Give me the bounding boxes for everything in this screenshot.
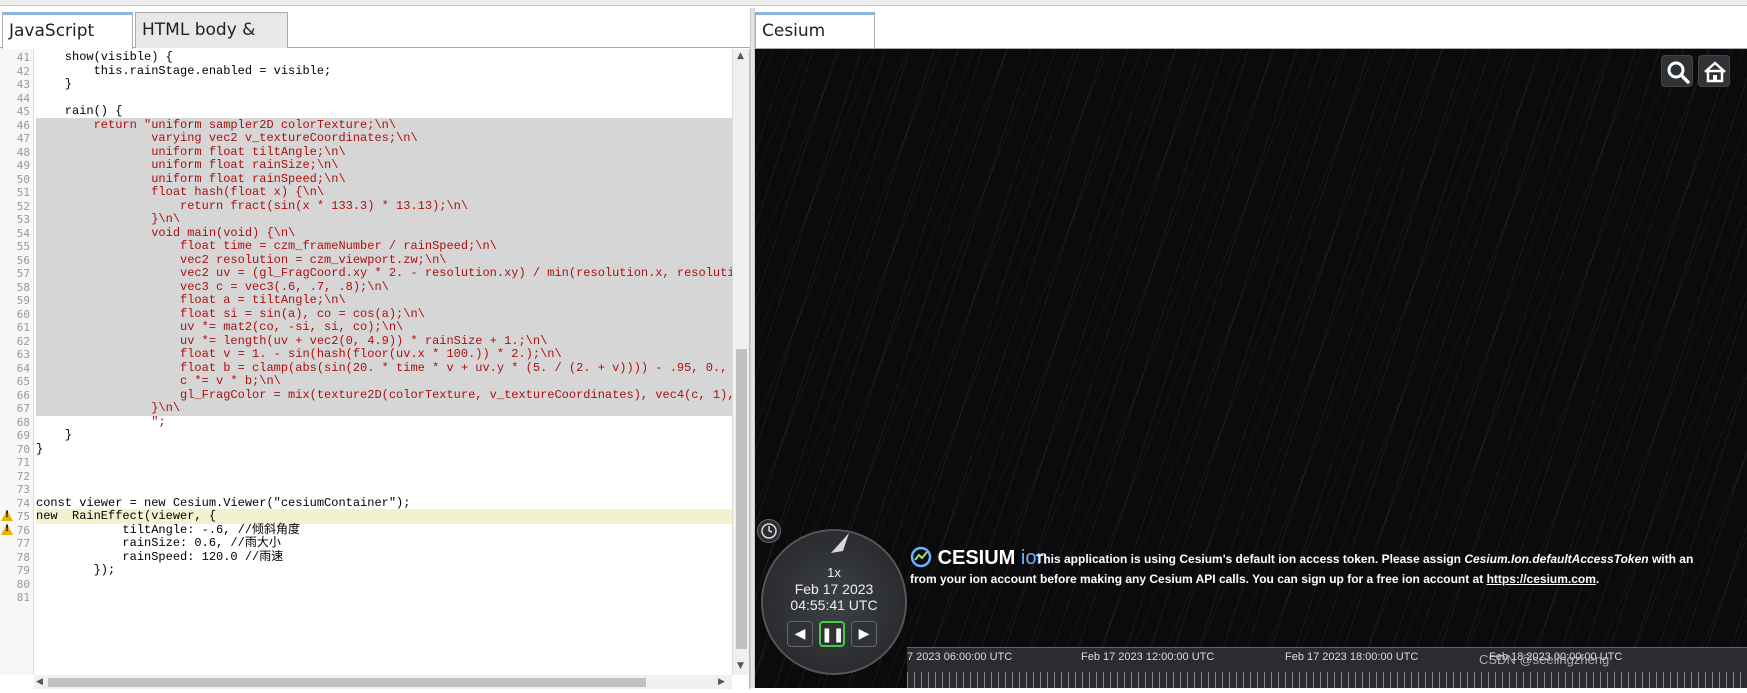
- warning-icon[interactable]: [1, 523, 13, 536]
- code-panel: JavaScript code HTML body & CSS 41424344…: [0, 8, 750, 689]
- pause-icon: ❚❚: [821, 627, 845, 643]
- timeline-label: Feb 17 2023 12:00:00 UTC: [1081, 651, 1215, 663]
- ion-token-warning-line2: from your ion account before making any …: [910, 572, 1599, 586]
- play-reverse-button[interactable]: ◀: [787, 621, 813, 647]
- code-area[interactable]: show(visible) { this.rainStage.enabled =…: [36, 49, 732, 675]
- animation-widget: 1x Feb 17 2023 04:55:41 UTC ◀ ❚❚ ▶: [757, 519, 909, 688]
- tab-javascript-code[interactable]: JavaScript code: [2, 12, 133, 73]
- warning-text: This application is using Cesium's defau…: [1036, 552, 1465, 566]
- scroll-up-icon[interactable]: ▲: [737, 51, 744, 61]
- tab-cesium-version[interactable]: Cesium 1.94.2: [755, 12, 875, 73]
- clock-icon: [761, 523, 777, 539]
- editor-tab-bar: JavaScript code HTML body & CSS: [0, 8, 750, 74]
- tab-html-body-css[interactable]: HTML body & CSS: [135, 12, 288, 74]
- play-backward-icon: ◀: [794, 626, 806, 642]
- timeline-ticks: [907, 672, 1747, 688]
- shuttle-ring-pointer-icon[interactable]: [825, 527, 855, 557]
- animation-speed: 1x: [827, 565, 841, 580]
- horizontal-scrollbar[interactable]: ◀ ▶: [34, 675, 732, 689]
- timeline-label: 7 2023 06:00:00 UTC: [907, 651, 1013, 663]
- animation-time: 04:55:41 UTC: [790, 597, 878, 613]
- top-border: [0, 0, 1747, 6]
- scroll-right-icon[interactable]: ▶: [718, 677, 725, 687]
- cesium-ion-logo[interactable]: CESIUM ion: [910, 546, 1048, 570]
- vertical-scrollbar[interactable]: ▲ ▼: [732, 49, 749, 675]
- csdn-watermark: CSDN @seelingzheng: [1479, 652, 1610, 667]
- play-forward-button[interactable]: ▶: [851, 621, 877, 647]
- vertical-scroll-thumb[interactable]: [736, 349, 747, 649]
- timeline[interactable]: 7 2023 06:00:00 UTC Feb 17 2023 12:00:00…: [907, 647, 1747, 688]
- scroll-down-icon[interactable]: ▼: [737, 661, 744, 671]
- geocoder-search-button[interactable]: [1661, 55, 1693, 87]
- cesium-logo-icon: [910, 546, 932, 568]
- signup-suffix: .: [1595, 572, 1600, 586]
- token-name: Cesium.Ion.defaultAccessToken: [1464, 552, 1649, 566]
- clock-button[interactable]: [757, 519, 781, 543]
- code-editor[interactable]: 41 42 43 44 45 46 47 48 49 50 51 52 53 54 55 56 57 58 59 60…: [0, 49, 750, 689]
- horizontal-scroll-thumb[interactable]: [48, 678, 646, 687]
- cesium-link[interactable]: https://cesium.com: [1487, 572, 1596, 586]
- animation-date: Feb 17 2023: [794, 581, 874, 597]
- warning-icon[interactable]: [1, 510, 13, 522]
- credit-container: CESIUM ion This application is using Ces…: [910, 546, 1747, 606]
- logo-text: CESIUM: [937, 547, 1016, 569]
- cesium-viewer[interactable]: 1x Feb 17 2023 04:55:41 UTC ◀ ❚❚ ▶ CESIU…: [755, 49, 1747, 688]
- line-number: 81: [16, 591, 30, 604]
- ion-token-warning-line1: This application is using Cesium's defau…: [1036, 552, 1693, 566]
- warning-suffix: with an: [1648, 552, 1694, 566]
- line-number-gutter: 41 42 43 44 45 46 47 48 49 50 51 52 53 54 55 56 57 58 59 60…: [0, 49, 34, 675]
- play-forward-icon: ▶: [858, 626, 870, 642]
- code-line[interactable]: [36, 590, 732, 605]
- signup-text: from your ion account before making any …: [910, 572, 1487, 586]
- pause-button[interactable]: ❚❚: [819, 621, 845, 647]
- scroll-left-icon[interactable]: ◀: [36, 677, 43, 687]
- viewer-panel: Cesium 1.94.2: [755, 8, 1747, 688]
- timeline-label: Feb 17 2023 18:00:00 UTC: [1285, 651, 1419, 663]
- home-button[interactable]: [1698, 55, 1730, 87]
- search-icon: [1667, 61, 1690, 84]
- home-icon: [1704, 61, 1726, 83]
